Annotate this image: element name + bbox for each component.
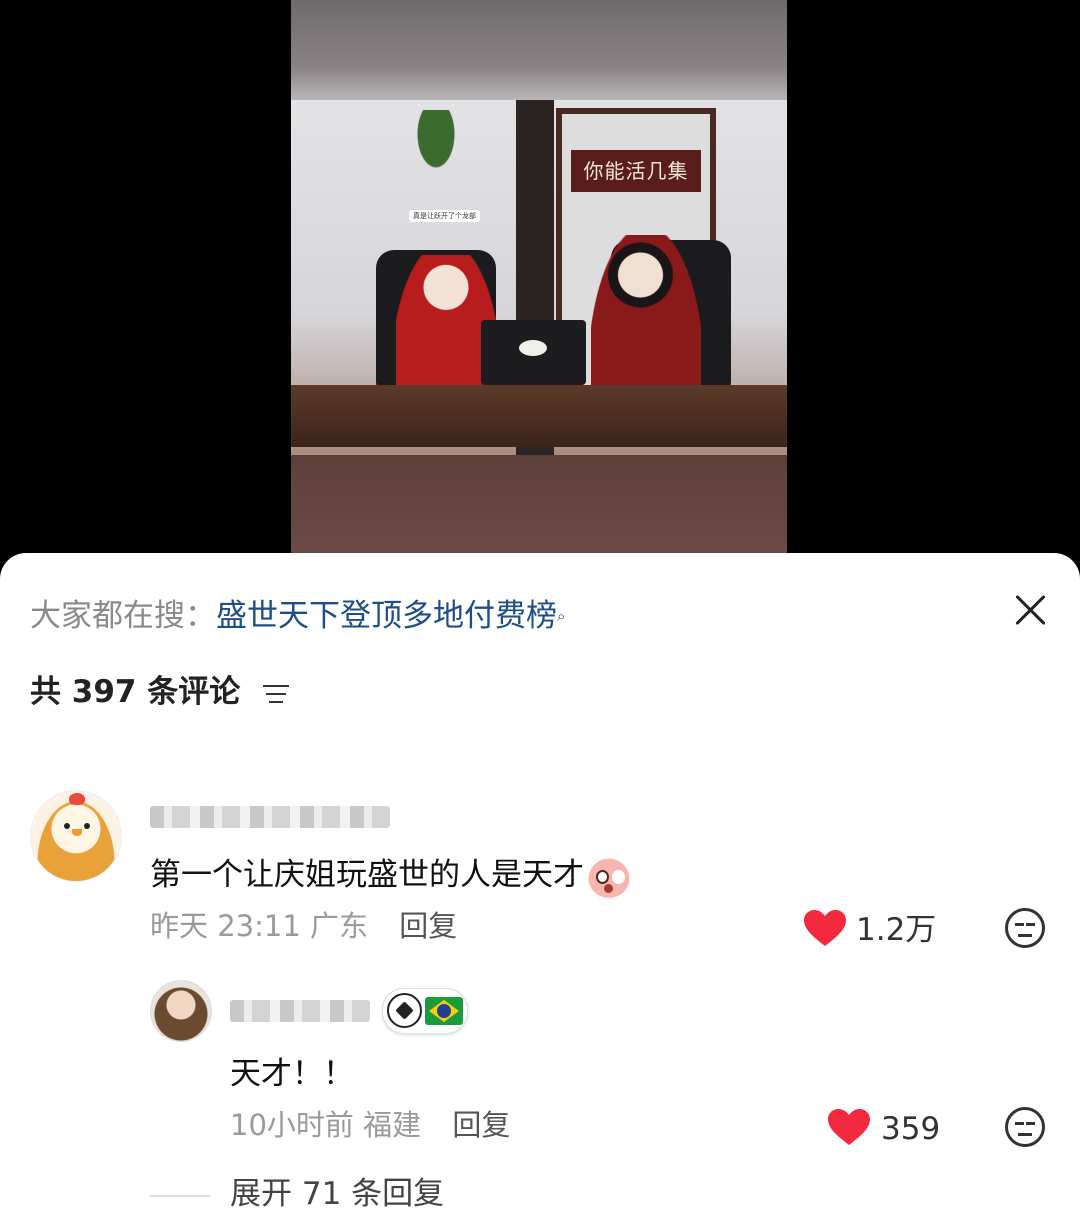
reply-avatar[interactable] [150,980,212,1042]
desk [291,385,787,447]
chick-eye [64,823,70,829]
commenter-avatar[interactable] [30,790,122,882]
laptop-logo [519,340,547,356]
divider [150,1194,210,1197]
shocked-face-icon [588,855,630,898]
chick-beak [72,829,82,836]
comment-meta: 昨天 23:11 广东 回复 [150,907,457,945]
comment-body: 第一个让庆姐玩盛世的人是天才 [150,855,630,898]
like-count: 1.2万 [856,912,937,948]
sort-icon[interactable] [263,683,290,705]
show-sign: 你能活几集 [571,150,701,192]
chick-eye [84,823,90,829]
comment-time: 昨天 23:11 [150,909,301,943]
comment-text: 第一个让庆姐玩盛世的人是天才 [150,857,584,893]
trending-search[interactable]: 大家都在搜：盛世天下登顶多地付费榜⌕ [30,596,565,636]
reply-location: 福建 [363,1108,422,1142]
dislike-icon[interactable] [1005,908,1045,948]
reply-username-blurred[interactable] [230,1000,370,1022]
brazil-flag-icon [425,997,463,1025]
video-frame[interactable]: 你能活几集 真是让跃开了个龙部 [291,0,787,555]
video-caption-chip: 真是让跃开了个龙部 [409,210,480,222]
reply-reply-button[interactable]: 回复 [452,1108,510,1142]
dislike-eye [1026,923,1035,926]
dislike-mouth [1018,934,1032,937]
expand-replies-button[interactable]: 展开 71 条回复 [150,1174,444,1214]
trending-prefix: 大家都在搜： [30,598,216,634]
commenter-username-blurred[interactable] [150,806,390,828]
dislike-mouth [1018,1133,1032,1136]
chick-comb [69,793,85,805]
reply-time: 10小时前 [230,1108,354,1142]
reply-meta: 10小时前 福建 回复 [230,1106,510,1144]
video-player[interactable]: 你能活几集 真是让跃开了个龙部 [0,0,1080,555]
heart-icon[interactable] [826,1107,872,1147]
dislike-eye [1015,1122,1024,1125]
soccer-ball-icon [387,993,422,1028]
dislike-eye [1026,1122,1035,1125]
reply-button[interactable]: 回复 [399,909,457,943]
reply-text: 天才！！ [230,1056,354,1092]
dislike-eye [1015,923,1024,926]
user-badge [382,988,468,1034]
close-icon[interactable] [1012,590,1050,628]
comment-count-header: 共 397 条评论 [30,672,290,712]
comment-location: 广东 [310,909,369,943]
heart-icon[interactable] [802,908,848,948]
reply-like-count: 359 [881,1111,941,1147]
dislike-icon[interactable] [1005,1107,1045,1147]
expand-replies-label: 展开 71 条回复 [230,1176,445,1212]
trending-term-link[interactable]: 盛世天下登顶多地付费榜 [216,598,557,634]
comment-count: 共 397 条评论 [30,674,241,710]
search-icon: ⌕ [557,607,566,625]
laptop [481,320,586,385]
plant [416,110,456,170]
